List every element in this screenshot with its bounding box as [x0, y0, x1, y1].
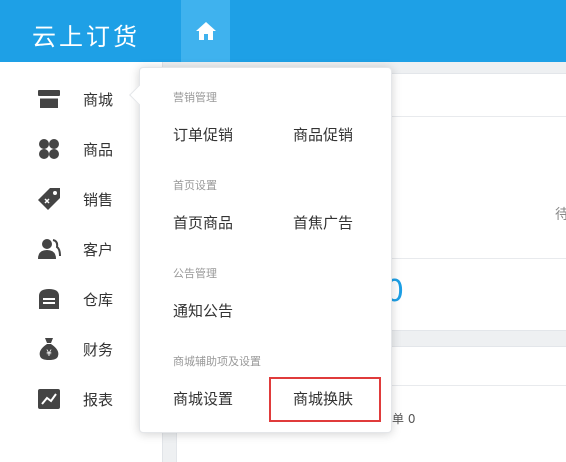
chart-icon: [36, 386, 62, 412]
sidebar-item-label: 财务: [83, 340, 114, 359]
home-icon: [195, 22, 216, 40]
mall-dropdown-menu: 营销管理 订单促销 商品促销 首页设置 首页商品 首焦广告 公告管理 通知公告 …: [129, 67, 392, 433]
link-homepage-products[interactable]: 首页商品: [173, 212, 233, 233]
sidebar-item-label: 销售: [83, 190, 114, 209]
app-logo[interactable]: 云上订货: [32, 17, 140, 52]
tag-icon: [36, 186, 62, 212]
warehouse-icon: [36, 286, 62, 312]
link-notices[interactable]: 通知公告: [173, 300, 233, 321]
store-icon: [36, 86, 62, 112]
pending-label: 待: [555, 207, 566, 223]
group-title-mall-settings: 商城辅助项及设置: [173, 355, 261, 368]
sidebar-item-label: 仓库: [83, 290, 114, 309]
link-banner-ads[interactable]: 首焦广告: [293, 212, 353, 233]
sidebar-item-label: 商城: [83, 90, 114, 109]
group-title-homepage: 首页设置: [173, 179, 217, 192]
grid-icon: [36, 136, 62, 162]
link-product-promotion[interactable]: 商品促销: [293, 124, 353, 145]
svg-text:¥: ¥: [46, 349, 52, 359]
users-icon: [36, 236, 62, 262]
group-title-marketing: 营销管理: [173, 91, 217, 104]
stat-small-text: 单 0: [392, 412, 416, 426]
sidebar-item-label: 商品: [83, 140, 114, 159]
money-bag-icon: ¥: [36, 336, 62, 362]
link-mall-settings[interactable]: 商城设置: [173, 388, 233, 409]
home-button[interactable]: [181, 0, 230, 62]
sidebar-item-label: 客户: [83, 240, 114, 259]
link-order-promotion[interactable]: 订单促销: [173, 124, 233, 145]
top-bar: 云上订货: [0, 0, 566, 62]
sidebar-item-label: 报表: [83, 390, 114, 409]
highlight-box: [269, 377, 381, 422]
group-title-announcements: 公告管理: [173, 267, 217, 280]
